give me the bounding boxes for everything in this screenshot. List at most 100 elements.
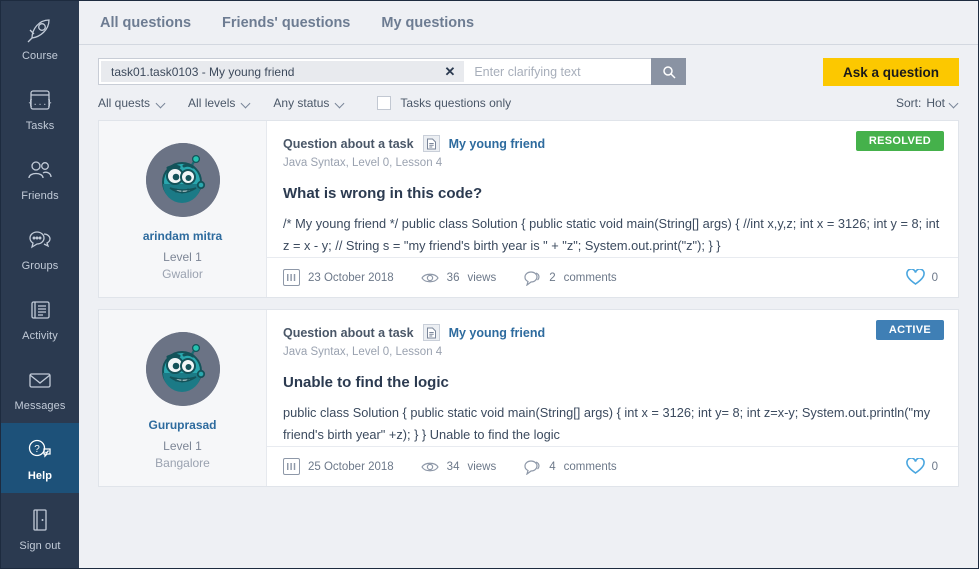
main-sidebar: Course {...} Tasks Friends Groups Activi… [1,1,79,568]
search-area: task01.task0103 - My young friend ✕ Ask … [79,45,978,86]
question-tabs: All questions Friends' questions My ques… [79,1,978,45]
people-icon [25,155,55,185]
status-badge: RESOLVED [855,131,944,151]
sidebar-item-tasks[interactable]: {...} Tasks [1,73,79,143]
author-city: Bangalore [155,456,210,470]
main-content: All questions Friends' questions My ques… [79,1,978,568]
author-name[interactable]: arindam mitra [143,229,222,243]
heart-icon [905,458,925,474]
question-views: 36 views [420,271,497,285]
calendar-icon [283,458,300,475]
heart-icon [905,269,925,285]
chat-icon [25,225,55,255]
question-likes[interactable]: 0 [905,458,938,475]
question-body: /* My young friend */ public class Solut… [283,216,940,253]
course-meta: Java Syntax, Level 0, Lesson 4 [283,346,443,358]
news-icon [25,295,55,325]
search-button[interactable] [651,58,686,85]
task-link[interactable]: My young friend [449,137,546,151]
ask-a-question-button[interactable]: Ask a question [822,58,959,86]
likes-count: 0 [931,460,938,473]
comments-label: comments [563,271,617,284]
comments-label: comments [563,460,617,473]
question-likes[interactable]: 0 [905,269,938,286]
question-card[interactable]: arindam mitra Level 1 Gwalior RESOLVED Q… [98,120,959,298]
sidebar-item-help[interactable]: ? Help [1,423,79,493]
questions-list: arindam mitra Level 1 Gwalior RESOLVED Q… [79,120,978,568]
sidebar-item-groups[interactable]: Groups [1,213,79,283]
tab-friends-questions[interactable]: Friends' questions [220,11,352,35]
tasks-questions-only-checkbox[interactable] [377,96,392,110]
question-comments[interactable]: 2 comments [523,270,617,286]
question-date-text: 25 October 2018 [308,460,394,473]
filter-bar: All quests All levels Any status Tasks q… [79,86,978,120]
views-count: 34 [446,460,460,473]
author-name[interactable]: Guruprasad [148,418,216,432]
sidebar-item-course[interactable]: Course [1,3,79,73]
question-date: 23 October 2018 [283,269,394,286]
robot-avatar-icon [145,143,220,217]
tasks-questions-only-label: Tasks questions only [400,96,512,110]
question-meta: Question about a task My young friend [283,135,940,152]
rocket-icon [25,15,55,45]
question-views: 34 views [420,460,497,474]
task-document-icon [422,135,440,152]
chevron-down-icon [336,99,345,108]
sidebar-item-activity[interactable]: Activity [1,283,79,353]
app-root: Course {...} Tasks Friends Groups Activi… [0,0,979,569]
sidebar-label: Groups [21,259,59,272]
tab-all-questions[interactable]: All questions [98,11,193,35]
question-comments[interactable]: 4 comments [523,459,617,475]
question-card[interactable]: Guruprasad Level 1 Bangalore ACTIVE Ques… [98,309,959,487]
question-title[interactable]: Unable to find the logic [283,374,940,391]
search-icon [662,65,676,79]
author-city: Gwalior [162,267,203,281]
avatar[interactable] [145,332,220,406]
question-body: public class Solution { public static vo… [283,405,931,442]
calendar-icon [283,269,300,286]
sidebar-item-friends[interactable]: Friends [1,143,79,213]
eye-icon [420,273,439,282]
eye-icon [420,462,439,471]
sidebar-label: Friends [21,189,59,202]
chevron-down-icon [950,99,959,108]
sidebar-item-messages[interactable]: Messages [1,353,79,423]
chevron-down-icon [157,99,166,108]
sort-control[interactable]: Sort: Hot [896,96,959,110]
tasks-questions-only-toggle[interactable]: Tasks questions only [377,96,511,110]
sidebar-label: Messages [14,399,66,412]
filter-status[interactable]: Any status [273,96,345,110]
comment-icon [524,459,540,475]
tab-my-questions[interactable]: My questions [379,11,476,35]
sidebar-label: Sign out [19,539,61,552]
filter-levels[interactable]: All levels [188,96,251,110]
likes-count: 0 [931,271,938,284]
svg-text:{...}: {...} [28,98,52,107]
sort-label: Sort: [895,96,922,110]
views-label: views [467,460,497,473]
comments-count: 2 [549,271,556,284]
views-label: views [467,271,497,284]
sidebar-item-sign-out[interactable]: Sign out [1,493,79,563]
question-author-panel: arindam mitra Level 1 Gwalior [99,121,267,297]
question-date-text: 23 October 2018 [308,271,394,284]
robot-avatar-icon [145,332,220,406]
search-box[interactable]: task01.task0103 - My young friend ✕ [98,58,686,85]
help-chat-icon: ? [25,435,55,465]
views-count: 36 [446,271,460,284]
door-icon [25,505,55,535]
sidebar-label: Tasks [25,119,55,132]
task-document-icon [422,324,440,341]
envelope-icon [25,365,55,395]
filter-quests[interactable]: All quests [98,96,166,110]
question-title[interactable]: What is wrong in this code? [283,185,940,202]
close-icon[interactable]: ✕ [304,65,455,78]
filter-levels-label: All levels [188,96,236,110]
filter-quests-label: All quests [98,96,151,110]
question-content: RESOLVED Question about a task My young … [267,121,958,297]
task-link[interactable]: My young friend [449,326,546,340]
search-filter-chip[interactable]: task01.task0103 - My young friend ✕ [101,61,465,82]
search-input[interactable] [466,59,651,84]
avatar[interactable] [145,143,220,217]
question-meta: Question about a task My young friend [283,324,940,341]
